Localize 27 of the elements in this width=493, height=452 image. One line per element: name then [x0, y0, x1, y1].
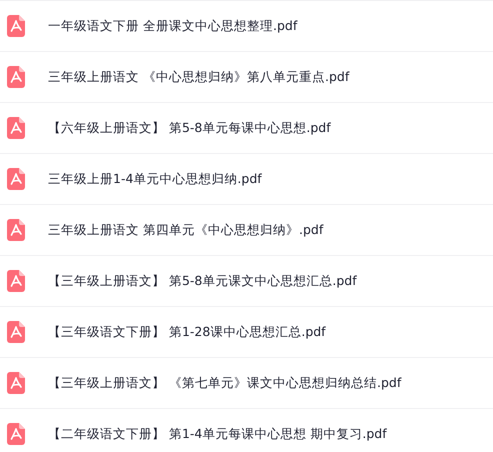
file-row[interactable]: 三年级上册语文 《中心思想归纳》第八单元重点.pdf	[0, 52, 493, 103]
file-name: 三年级上册语文 《中心思想归纳》第八单元重点.pdf	[48, 68, 350, 86]
file-row[interactable]: 【六年级上册语文】 第5-8单元每课中心思想.pdf	[0, 103, 493, 154]
file-name: 一年级语文下册 全册课文中心思想整理.pdf	[48, 18, 298, 34]
pdf-file-icon	[7, 372, 25, 394]
file-row[interactable]: 【三年级上册语文】 第5-8单元课文中心思想汇总.pdf	[0, 256, 493, 307]
file-name: 【六年级上册语文】 第5-8单元每课中心思想.pdf	[48, 120, 331, 136]
file-name: 【三年级上册语文】 《第七单元》课文中心思想归纳总结.pdf	[48, 374, 402, 392]
file-name: 三年级上册1-4单元中心思想归纳.pdf	[48, 170, 262, 188]
file-row[interactable]: 一年级语文下册 全册课文中心思想整理.pdf	[0, 1, 493, 52]
pdf-file-icon	[7, 66, 25, 88]
pdf-file-icon	[7, 15, 25, 37]
file-row[interactable]: 【三年级语文下册】 第1-28课中心思想汇总.pdf	[0, 307, 493, 358]
pdf-file-icon	[7, 219, 25, 241]
file-name: 【二年级语文下册】 第1-4单元每课中心思想 期中复习.pdf	[48, 426, 387, 442]
file-name: 【三年级上册语文】 第5-8单元课文中心思想汇总.pdf	[48, 272, 357, 290]
pdf-file-icon	[7, 423, 25, 445]
file-row[interactable]: 三年级上册1-4单元中心思想归纳.pdf	[0, 154, 493, 205]
file-row[interactable]: 【二年级语文下册】 第1-4单元每课中心思想 期中复习.pdf	[0, 409, 493, 452]
pdf-file-icon	[7, 168, 25, 190]
file-name: 三年级上册语文 第四单元《中心思想归纳》.pdf	[48, 222, 324, 238]
file-row[interactable]: 三年级上册语文 第四单元《中心思想归纳》.pdf	[0, 205, 493, 256]
pdf-file-icon	[7, 321, 25, 343]
file-row[interactable]: 【三年级上册语文】 《第七单元》课文中心思想归纳总结.pdf	[0, 358, 493, 409]
pdf-file-icon	[7, 270, 25, 292]
file-name: 【三年级语文下册】 第1-28课中心思想汇总.pdf	[48, 324, 326, 340]
pdf-file-icon	[7, 117, 25, 139]
